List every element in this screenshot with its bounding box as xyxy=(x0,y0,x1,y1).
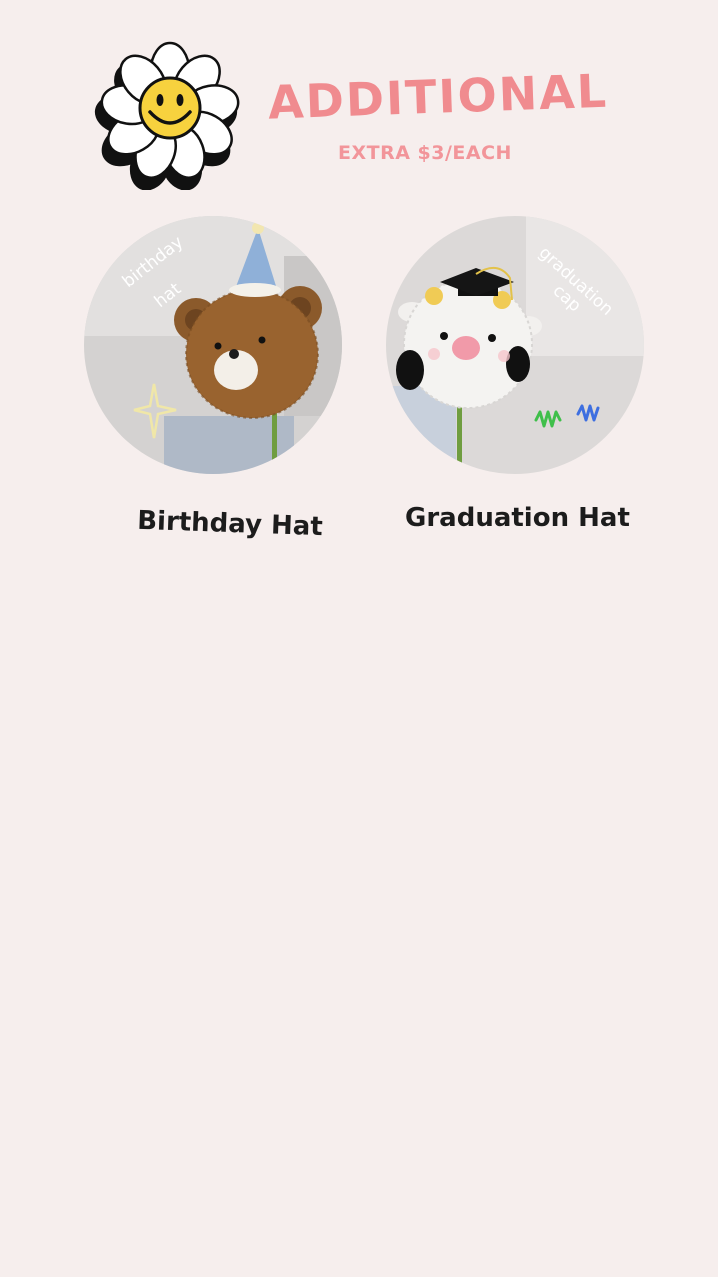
page-title: ADDITIONAL xyxy=(267,63,609,130)
graduation-hat-caption: Graduation Hat xyxy=(405,503,630,533)
graduation-hat-photo: graduation cap xyxy=(386,216,644,474)
smiley-daisy-icon xyxy=(90,38,242,191)
price-note: EXTRA $3/EACH xyxy=(338,142,512,164)
birthday-hat-caption: Birthday Hat xyxy=(136,505,324,543)
birthday-hat-photo: birthday hat xyxy=(84,216,342,474)
